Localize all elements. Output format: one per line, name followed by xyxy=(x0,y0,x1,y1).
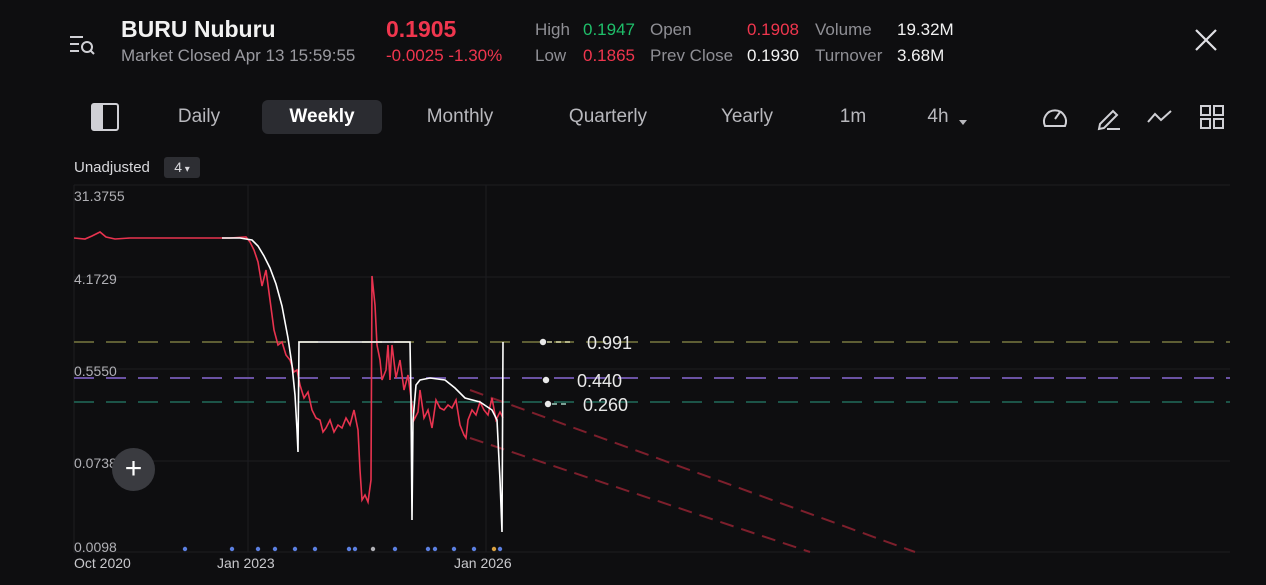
level-label-0260: 0.260 xyxy=(583,395,629,415)
x-tick-label: Jan 2023 xyxy=(217,555,275,571)
channel-upper xyxy=(469,389,916,553)
y-tick-label: 4.1729 xyxy=(74,271,117,287)
level-label-0440: 0.440 xyxy=(577,371,623,391)
add-drawing-button[interactable]: + xyxy=(112,448,155,491)
level-label-0991: 0.991 xyxy=(587,333,633,353)
price-chart[interactable] xyxy=(0,0,1266,585)
y-tick-label: 0.0738 xyxy=(74,455,117,471)
x-tick-label: Oct 2020 xyxy=(74,555,131,571)
x-tick-label: Jan 2026 xyxy=(454,555,512,571)
y-tick-label: 31.3755 xyxy=(74,188,125,204)
model-fit-line xyxy=(222,237,504,533)
y-tick-label: 0.5550 xyxy=(74,363,117,379)
channel-lower xyxy=(469,437,811,553)
plus-icon: + xyxy=(124,452,143,485)
y-tick-label: 0.0098 xyxy=(74,539,117,555)
